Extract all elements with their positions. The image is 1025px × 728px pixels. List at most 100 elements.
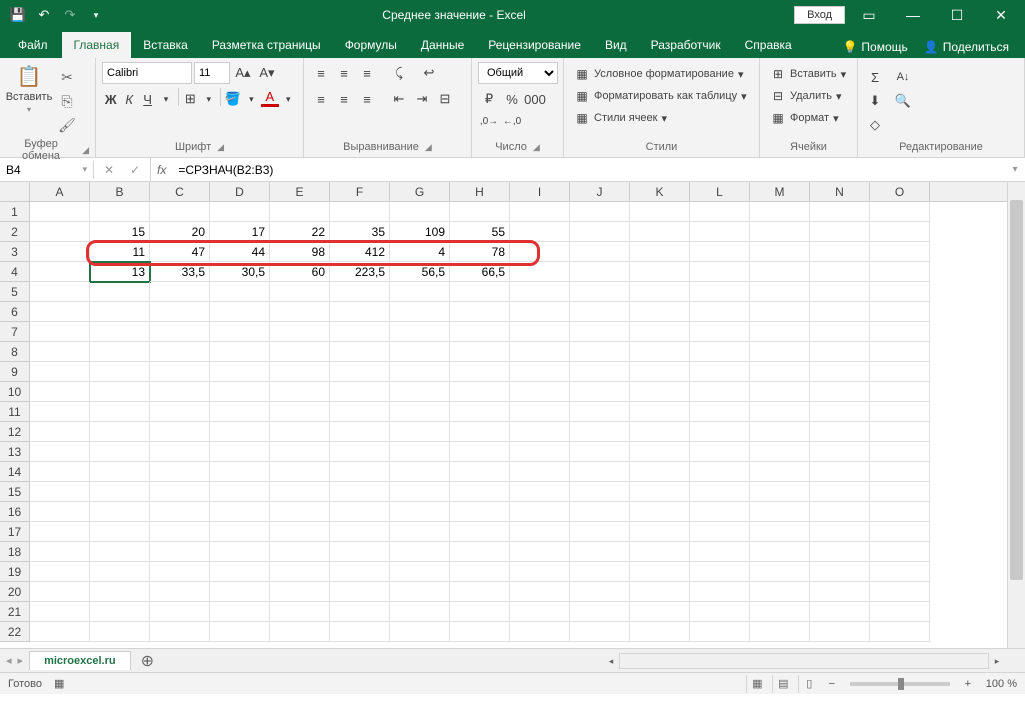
- cell[interactable]: [630, 282, 690, 302]
- cell[interactable]: [450, 562, 510, 582]
- delete-cells-button[interactable]: ⊟Удалить ▾: [766, 86, 851, 106]
- hscroll-left-icon[interactable]: ◂: [603, 653, 619, 669]
- zoom-in-icon[interactable]: +: [960, 678, 976, 690]
- cell[interactable]: [570, 382, 630, 402]
- column-header[interactable]: J: [570, 182, 630, 201]
- cell[interactable]: [510, 222, 570, 242]
- cell[interactable]: [570, 582, 630, 602]
- cell[interactable]: [690, 422, 750, 442]
- cell[interactable]: [750, 582, 810, 602]
- cell[interactable]: [90, 382, 150, 402]
- cell[interactable]: [30, 622, 90, 642]
- cell[interactable]: [630, 542, 690, 562]
- font-color-icon[interactable]: A: [261, 88, 278, 107]
- cell[interactable]: [270, 422, 330, 442]
- cell[interactable]: [750, 202, 810, 222]
- cell[interactable]: [570, 342, 630, 362]
- cell[interactable]: [270, 482, 330, 502]
- cell[interactable]: [630, 622, 690, 642]
- decrease-decimal-icon[interactable]: ←,0: [501, 110, 523, 132]
- cell[interactable]: [270, 282, 330, 302]
- cell[interactable]: [330, 622, 390, 642]
- cell[interactable]: [690, 542, 750, 562]
- clear-icon[interactable]: ◇: [864, 114, 886, 136]
- cell[interactable]: [390, 562, 450, 582]
- view-pagebreak-icon[interactable]: ▯: [798, 675, 820, 693]
- cell[interactable]: [150, 382, 210, 402]
- column-header[interactable]: D: [210, 182, 270, 201]
- number-format-select[interactable]: Общий: [478, 62, 558, 84]
- row-header[interactable]: 5: [0, 282, 29, 302]
- cell[interactable]: [870, 362, 930, 382]
- column-header[interactable]: B: [90, 182, 150, 201]
- cell[interactable]: [510, 282, 570, 302]
- cell[interactable]: [450, 522, 510, 542]
- cell[interactable]: [210, 282, 270, 302]
- cell[interactable]: [150, 462, 210, 482]
- column-header[interactable]: I: [510, 182, 570, 201]
- cell[interactable]: [330, 502, 390, 522]
- cell[interactable]: [150, 622, 210, 642]
- cell[interactable]: [750, 502, 810, 522]
- login-button[interactable]: Вход: [794, 6, 845, 24]
- increase-indent-icon[interactable]: ⇥: [411, 88, 433, 110]
- cell[interactable]: [870, 502, 930, 522]
- column-header[interactable]: O: [870, 182, 930, 201]
- cell[interactable]: [810, 502, 870, 522]
- cell[interactable]: [30, 342, 90, 362]
- cell[interactable]: [30, 442, 90, 462]
- cell[interactable]: 11: [90, 242, 150, 262]
- cell[interactable]: [870, 462, 930, 482]
- cell[interactable]: [30, 302, 90, 322]
- cell[interactable]: [630, 522, 690, 542]
- cell[interactable]: [750, 542, 810, 562]
- row-header[interactable]: 6: [0, 302, 29, 322]
- cell[interactable]: [870, 422, 930, 442]
- macro-record-icon[interactable]: ▦: [54, 677, 64, 690]
- cell[interactable]: [810, 602, 870, 622]
- row-header[interactable]: 15: [0, 482, 29, 502]
- cell[interactable]: [330, 322, 390, 342]
- cell[interactable]: [810, 282, 870, 302]
- cell[interactable]: [510, 482, 570, 502]
- fill-color-icon[interactable]: 🪣: [224, 88, 241, 110]
- cell[interactable]: [30, 282, 90, 302]
- insert-cells-button[interactable]: ⊞Вставить ▾: [766, 64, 851, 84]
- cell[interactable]: [690, 342, 750, 362]
- cell[interactable]: [510, 422, 570, 442]
- cell[interactable]: [450, 622, 510, 642]
- cell[interactable]: [150, 302, 210, 322]
- row-header[interactable]: 4: [0, 262, 29, 282]
- cell[interactable]: [570, 462, 630, 482]
- cell[interactable]: [390, 502, 450, 522]
- cell[interactable]: [270, 442, 330, 462]
- cell[interactable]: [870, 542, 930, 562]
- cell[interactable]: [90, 502, 150, 522]
- cell[interactable]: [390, 522, 450, 542]
- cell[interactable]: [390, 462, 450, 482]
- cell[interactable]: [690, 302, 750, 322]
- cell[interactable]: [690, 202, 750, 222]
- cell[interactable]: [810, 242, 870, 262]
- cell[interactable]: [570, 322, 630, 342]
- merge-icon[interactable]: ⊟: [434, 88, 456, 110]
- cell[interactable]: [330, 462, 390, 482]
- cell[interactable]: [690, 622, 750, 642]
- cell[interactable]: [630, 402, 690, 422]
- cell[interactable]: [90, 622, 150, 642]
- cell[interactable]: [150, 542, 210, 562]
- cell[interactable]: 47: [150, 242, 210, 262]
- save-icon[interactable]: 💾: [6, 3, 30, 27]
- cell[interactable]: [330, 382, 390, 402]
- dialog-launcher-icon[interactable]: ◢: [82, 145, 89, 156]
- bold-button[interactable]: Ж: [102, 88, 119, 110]
- cell[interactable]: [870, 622, 930, 642]
- sort-filter-icon[interactable]: A↓: [892, 66, 914, 88]
- decrease-indent-icon[interactable]: ⇤: [388, 88, 410, 110]
- cell[interactable]: [270, 362, 330, 382]
- cell[interactable]: [750, 402, 810, 422]
- cell[interactable]: [210, 542, 270, 562]
- cell[interactable]: [630, 482, 690, 502]
- cell[interactable]: [30, 382, 90, 402]
- cell[interactable]: [90, 302, 150, 322]
